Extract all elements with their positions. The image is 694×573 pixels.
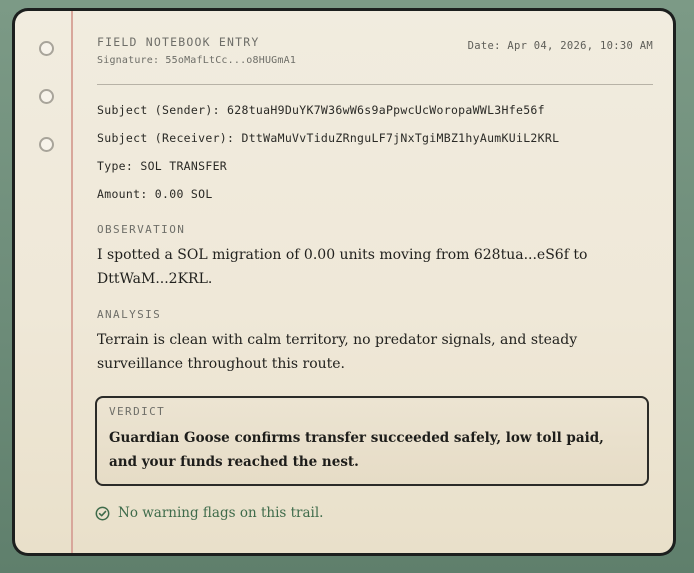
status-text: No warning flags on this trail. xyxy=(118,505,324,521)
entry-header: FIELD NOTEBOOK ENTRY Signature: 55oMafLt… xyxy=(97,35,296,66)
verdict-label: VERDICT xyxy=(109,405,166,418)
amount-field: Amount: 0.00 SOL xyxy=(97,187,213,201)
observation-text: I spotted a SOL migration of 0.00 units … xyxy=(97,247,588,287)
notebook-page: FIELD NOTEBOOK ENTRY Signature: 55oMafLt… xyxy=(15,11,673,553)
binder-hole-icon xyxy=(39,137,54,152)
observation-label: OBSERVATION xyxy=(97,223,186,236)
entry-signature: Signature: 55oMafLtCc...o8HUGmA1 xyxy=(97,55,297,66)
notebook-card: FIELD NOTEBOOK ENTRY Signature: 55oMafLt… xyxy=(12,8,676,556)
entry-title: FIELD NOTEBOOK ENTRY xyxy=(97,35,260,49)
verdict-box: VERDICT Guardian Goose confirms transfer… xyxy=(95,396,649,486)
subject-fields: Subject (Sender): 628tuaH9DuYK7W36wW6s9a… xyxy=(97,100,559,212)
status-note: No warning flags on this trail. xyxy=(95,505,323,521)
verdict-text: Guardian Goose confirms transfer succeed… xyxy=(109,430,604,470)
analysis-label: ANALYSIS xyxy=(97,308,162,321)
binder-hole-icon xyxy=(39,41,54,56)
receiver-field: Subject (Receiver): DttWaMuVvTiduZRnguLF… xyxy=(97,131,560,145)
margin-line xyxy=(71,11,73,553)
sender-field: Subject (Sender): 628tuaH9DuYK7W36wW6s9a… xyxy=(97,103,545,117)
entry-date: Date: Apr 04, 2026, 10:30 AM xyxy=(467,40,653,52)
binder-hole-icon xyxy=(39,89,54,104)
analysis-text: Terrain is clean with calm territory, no… xyxy=(97,332,578,372)
check-circle-icon xyxy=(95,506,110,520)
type-field: Type: SOL TRANSFER xyxy=(97,159,228,173)
header-divider xyxy=(97,84,653,85)
